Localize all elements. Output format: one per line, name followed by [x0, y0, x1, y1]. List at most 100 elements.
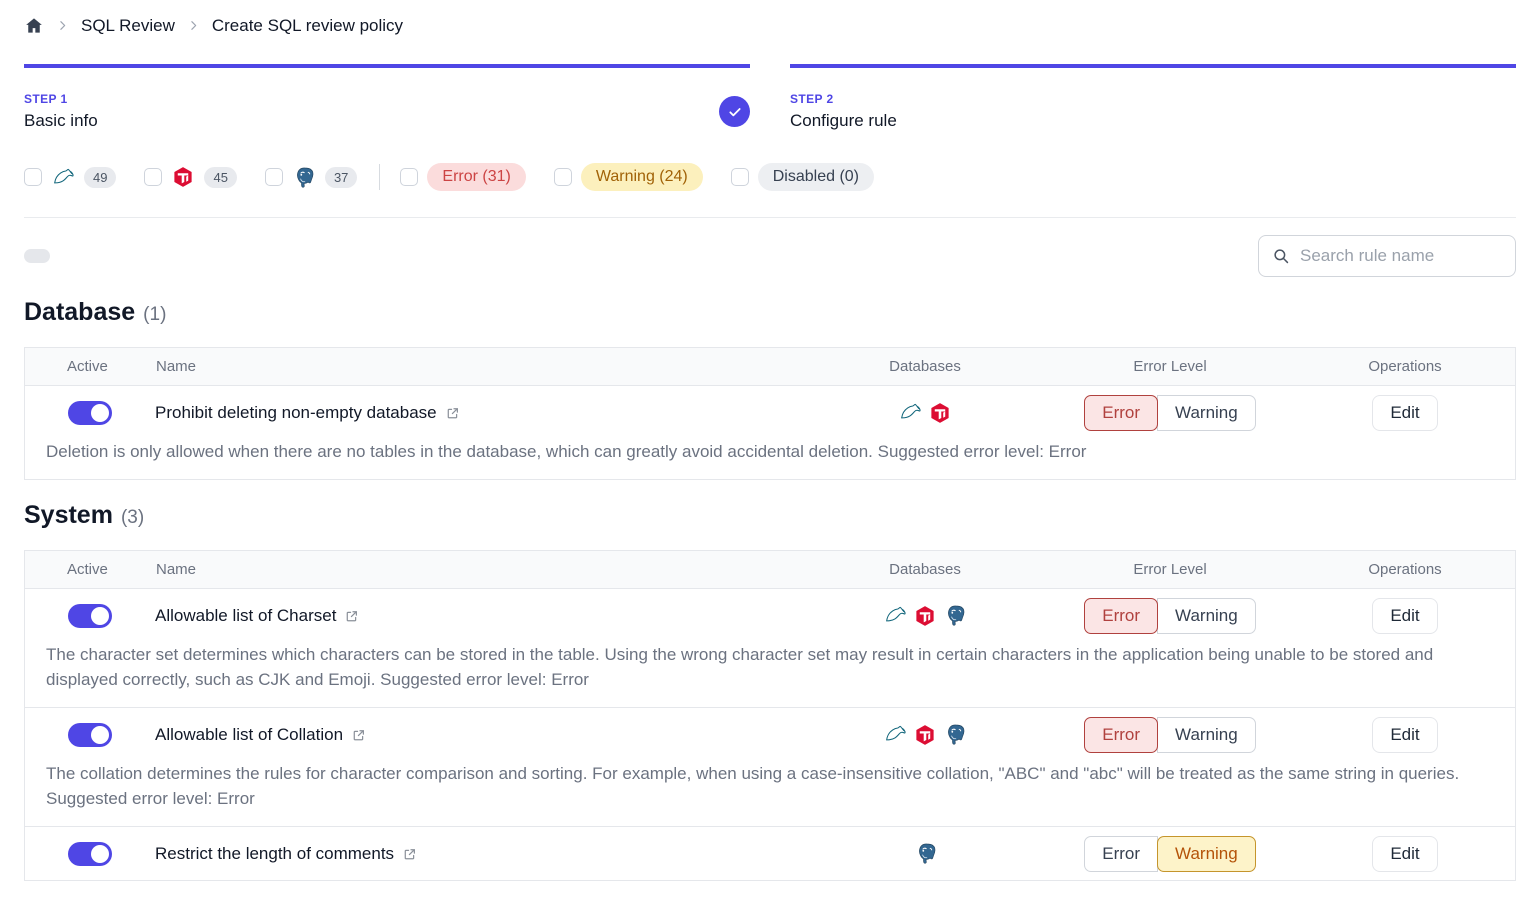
external-link-icon[interactable] — [351, 728, 366, 743]
rule-name[interactable]: Allowable list of Collation — [155, 725, 343, 745]
tidb-icon — [929, 402, 951, 424]
section-count: (1) — [143, 304, 166, 326]
toggle-knob — [91, 726, 109, 744]
tab-statement[interactable] — [474, 249, 500, 263]
rule-row: Allowable list of Charset Error Warning … — [25, 589, 1515, 707]
mysql-engine-filter[interactable]: 49 — [24, 166, 116, 189]
step-complete-check-icon — [719, 96, 750, 127]
external-link-icon[interactable] — [344, 609, 359, 624]
rule-name[interactable]: Restrict the length of comments — [155, 844, 394, 864]
rule-databases — [805, 842, 1045, 865]
rule-sections: Database (1) Active Name Databases Error… — [24, 298, 1516, 881]
tab-table[interactable] — [399, 249, 425, 263]
mysql-icon — [899, 401, 922, 424]
column-header-operations: Operations — [1295, 551, 1515, 588]
table-header: Active Name Databases Error Level Operat… — [25, 551, 1515, 589]
rule-description: The collation determines the rules for c… — [25, 761, 1515, 826]
tab-engine[interactable] — [699, 249, 725, 263]
edit-button[interactable]: Edit — [1372, 717, 1437, 753]
tab-naming[interactable] — [549, 249, 575, 263]
active-toggle[interactable] — [68, 842, 112, 866]
rule-databases — [805, 723, 1045, 746]
search-input[interactable] — [1300, 246, 1502, 266]
mysql-icon — [52, 166, 75, 189]
tab-all[interactable] — [24, 249, 50, 263]
tidb-engine-filter[interactable]: 45 — [144, 166, 236, 188]
column-header-error-level: Error Level — [1045, 348, 1295, 385]
toggle-knob — [91, 607, 109, 625]
warning-level-button[interactable]: Warning — [1157, 598, 1256, 634]
toggle-knob — [91, 404, 109, 422]
chevron-right-icon — [56, 19, 69, 32]
rule-row: Restrict the length of comments Error Wa… — [25, 826, 1515, 880]
home-icon[interactable] — [24, 16, 44, 36]
search-box[interactable] — [1258, 235, 1516, 277]
filter-divider — [379, 164, 380, 190]
error-level-group: Error Warning — [1084, 395, 1255, 431]
column-header-name: Name — [155, 551, 805, 588]
column-header-active: Active — [25, 551, 155, 588]
column-header-error-level: Error Level — [1045, 551, 1295, 588]
breadcrumb-current-page: Create SQL review policy — [212, 16, 403, 36]
table-header: Active Name Databases Error Level Operat… — [25, 348, 1515, 386]
checkbox[interactable] — [554, 168, 572, 186]
column-header-name: Name — [155, 348, 805, 385]
tab-column[interactable] — [249, 249, 275, 263]
postgres-engine-filter[interactable]: 37 — [265, 166, 357, 189]
tab-database[interactable] — [99, 249, 125, 263]
mysql-icon — [884, 604, 907, 627]
step-label: STEP 1 — [24, 92, 750, 106]
tabs-row — [24, 235, 1516, 277]
active-toggle[interactable] — [68, 723, 112, 747]
column-header-databases: Databases — [805, 348, 1045, 385]
section-database: Database (1) Active Name Databases Error… — [24, 298, 1516, 480]
disabled-level-filter[interactable]: Disabled (0) — [731, 163, 874, 191]
step-title: Basic info — [24, 111, 750, 131]
level-pill: Error (31) — [427, 163, 525, 191]
error-level-group: Error Warning — [1084, 717, 1255, 753]
section-title-text: Database — [24, 298, 135, 327]
create-sql-review-policy-page: SQL Review Create SQL review policy STEP… — [0, 0, 1530, 881]
external-link-icon[interactable] — [402, 847, 417, 862]
tab-index[interactable] — [624, 249, 650, 263]
edit-button[interactable]: Edit — [1372, 598, 1437, 634]
edit-button[interactable]: Edit — [1372, 836, 1437, 872]
rule-row: Allowable list of Collation Error Warnin… — [25, 707, 1515, 826]
active-toggle[interactable] — [68, 604, 112, 628]
breadcrumb-sql-review[interactable]: SQL Review — [81, 16, 175, 36]
warning-level-button[interactable]: Warning — [1157, 717, 1256, 753]
error-level-group: Error Warning — [1084, 598, 1255, 634]
checkbox[interactable] — [400, 168, 418, 186]
error-level-button[interactable]: Error — [1084, 717, 1158, 753]
warning-level-button[interactable]: Warning — [1157, 836, 1256, 872]
rule-name[interactable]: Prohibit deleting non-empty database — [155, 403, 437, 423]
tidb-icon — [914, 724, 936, 746]
count-badge: 49 — [84, 167, 116, 188]
rule-name[interactable]: Allowable list of Charset — [155, 606, 336, 626]
edit-button[interactable]: Edit — [1372, 395, 1437, 431]
external-link-icon[interactable] — [445, 406, 460, 421]
error-level-button[interactable]: Error — [1084, 836, 1158, 872]
error-level-filter[interactable]: Error (31) — [400, 163, 525, 191]
section-count: (3) — [121, 507, 144, 529]
rule-description: Deletion is only allowed when there are … — [25, 439, 1515, 479]
warning-level-button[interactable]: Warning — [1157, 395, 1256, 431]
warning-level-filter[interactable]: Warning (24) — [554, 163, 703, 191]
checkbox[interactable] — [731, 168, 749, 186]
engine-filter-group: 49 45 37 — [24, 166, 385, 189]
level-pill: Warning (24) — [581, 163, 703, 191]
active-toggle[interactable] — [68, 401, 112, 425]
tab-system[interactable] — [174, 249, 200, 263]
column-header-operations: Operations — [1295, 348, 1515, 385]
rule-row: Prohibit deleting non-empty database Err… — [25, 386, 1515, 479]
checkbox[interactable] — [144, 168, 162, 186]
checkbox[interactable] — [24, 168, 42, 186]
error-level-button[interactable]: Error — [1084, 395, 1158, 431]
step-title: Configure rule — [790, 111, 1516, 131]
tab-schema[interactable] — [324, 249, 350, 263]
error-level-button[interactable]: Error — [1084, 598, 1158, 634]
rule-table: Active Name Databases Error Level Operat… — [24, 347, 1516, 480]
section-title-text: System — [24, 501, 113, 530]
count-badge: 37 — [325, 167, 357, 188]
checkbox[interactable] — [265, 168, 283, 186]
